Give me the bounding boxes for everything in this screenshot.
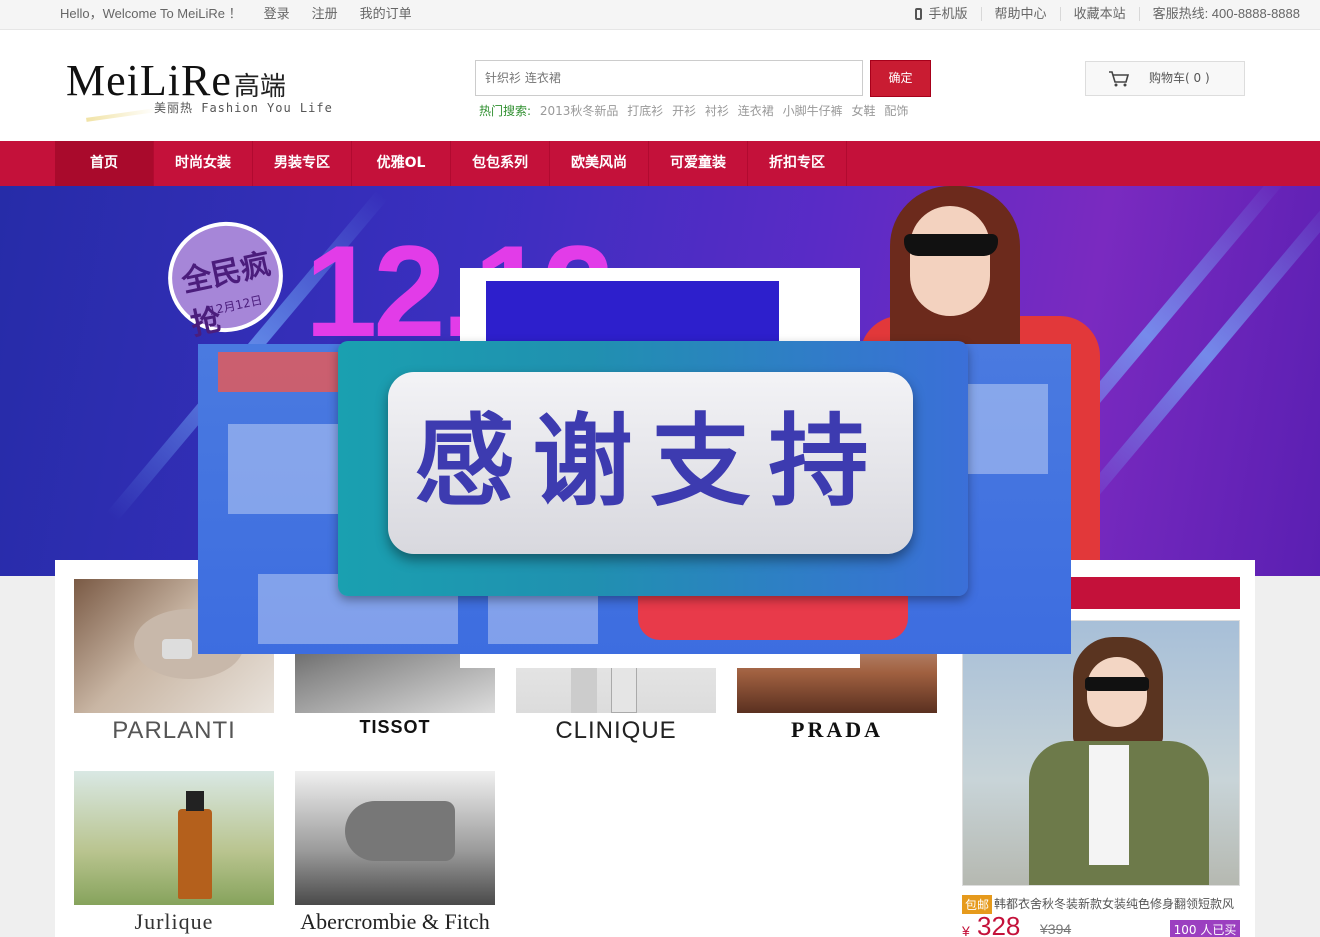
register-link[interactable]: 注册 xyxy=(312,0,338,28)
header: MeiLiRe高端 美丽热 Fashion You Life 确定 热门搜索: … xyxy=(0,30,1320,141)
nav-item-kids[interactable]: 可爱童装 xyxy=(649,141,748,186)
brand-tile-jurlique[interactable]: Jurlique xyxy=(74,771,274,935)
favorite-link[interactable]: 收藏本站 xyxy=(1074,0,1126,28)
hot-searches: 热门搜索: 2013秋冬新品 打底衫 开衫 衬衫 连衣裙 小脚牛仔裤 女鞋 配饰 xyxy=(479,102,908,119)
logo-brand: MeiLiRe xyxy=(66,56,232,105)
brand-name: Jurlique xyxy=(134,909,214,934)
brand-name: PARLANTI xyxy=(112,717,236,744)
brand-tile-abercrombie[interactable]: Abercrombie & Fitch xyxy=(295,771,495,935)
hot-keyword[interactable]: 2013秋冬新品 xyxy=(540,104,619,118)
nav-item-men[interactable]: 男装专区 xyxy=(253,141,352,186)
search-button[interactable]: 确定 xyxy=(870,60,931,97)
product-price: 328 xyxy=(977,911,1021,937)
product-title[interactable]: 韩都衣舍秋冬装新款女装纯色修身翻领短款风 xyxy=(994,895,1234,912)
cart-button[interactable]: 购物车( 0 ) xyxy=(1085,61,1245,96)
divider xyxy=(980,7,982,21)
hot-keyword[interactable]: 连衣裙 xyxy=(738,104,774,118)
logo-tagline: 美丽热 Fashion You Life xyxy=(154,101,333,115)
banner-badge: 全民疯抢 12月12日 xyxy=(157,211,294,343)
nav-item-bags[interactable]: 包包系列 xyxy=(451,141,550,186)
cart-icon xyxy=(1109,71,1130,87)
product-image[interactable] xyxy=(962,620,1240,886)
pixelated-block xyxy=(968,384,1048,474)
mobile-link[interactable]: 手机版 xyxy=(929,0,968,28)
divider xyxy=(1138,7,1140,21)
brand-image xyxy=(74,771,274,905)
sold-count-badge: 100 人已买 xyxy=(1170,920,1240,937)
orders-link[interactable]: 我的订单 xyxy=(360,0,412,28)
brand-name: PRADA xyxy=(791,717,883,742)
nav-item-western[interactable]: 欧美风尚 xyxy=(550,141,649,186)
hot-search-label: 热门搜索: xyxy=(479,104,532,118)
thanks-message: 感谢支持 xyxy=(414,403,887,520)
logo-star-decoration xyxy=(86,108,156,122)
nav-item-ol[interactable]: 优雅OL xyxy=(352,141,451,186)
brand-name: Abercrombie & Fitch xyxy=(300,909,490,934)
top-bar: Hello，Welcome To MeiLiRe ！ 登录 注册 我的订单 手机… xyxy=(0,0,1320,30)
hot-keyword[interactable]: 衬衫 xyxy=(705,104,729,118)
brand-image xyxy=(295,771,495,905)
brand-name: CLINIQUE xyxy=(555,717,677,744)
nav-item-home[interactable]: 首页 xyxy=(55,141,154,186)
search-input[interactable] xyxy=(475,60,863,96)
hot-keyword[interactable]: 打底衫 xyxy=(627,104,663,118)
light-streak xyxy=(1066,190,1320,522)
brand-name: TISSOT xyxy=(359,717,431,737)
login-link[interactable]: 登录 xyxy=(264,0,290,28)
logo-brand-cn: 高端 xyxy=(233,72,286,102)
hot-keyword[interactable]: 开衫 xyxy=(672,104,696,118)
help-link[interactable]: 帮助中心 xyxy=(995,0,1047,28)
pixelated-block xyxy=(218,352,338,392)
hot-keyword[interactable]: 女鞋 xyxy=(851,104,875,118)
divider xyxy=(1059,7,1061,21)
pixelated-block xyxy=(228,424,338,514)
cart-label: 购物车( 0 ) xyxy=(1149,71,1210,85)
hot-keyword[interactable]: 小脚牛仔裤 xyxy=(783,104,843,118)
original-price: ¥394 xyxy=(1040,921,1072,937)
mobile-icon xyxy=(914,8,922,20)
main-nav: 首页 时尚女装 男装专区 优雅OL 包包系列 欧美风尚 可爱童装 折扣专区 xyxy=(0,141,1320,186)
thanks-card[interactable]: 感谢支持 xyxy=(388,372,913,554)
hot-keyword[interactable]: 配饰 xyxy=(884,104,908,118)
price-currency: ¥ xyxy=(962,923,970,937)
site-logo[interactable]: MeiLiRe高端 美丽热 Fashion You Life xyxy=(66,55,346,145)
nav-item-discount[interactable]: 折扣专区 xyxy=(748,141,847,186)
nav-item-women[interactable]: 时尚女装 xyxy=(154,141,253,186)
hotline-text: 客服热线: 400-8888-8888 xyxy=(1152,6,1300,21)
welcome-text: Hello，Welcome To MeiLiRe ！ xyxy=(60,6,242,21)
